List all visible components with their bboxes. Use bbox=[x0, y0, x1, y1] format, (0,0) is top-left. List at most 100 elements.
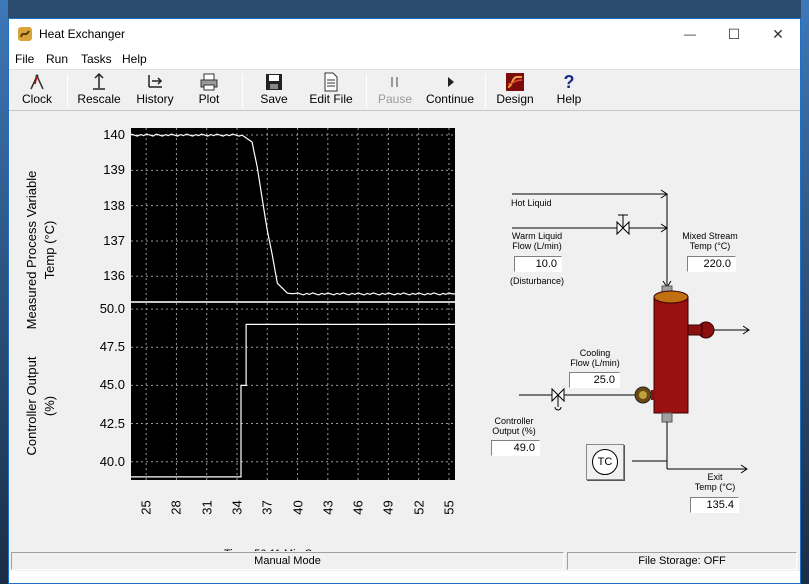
minimize-icon: — bbox=[684, 27, 696, 41]
x-tick-label: 31 bbox=[199, 500, 215, 515]
disturbance-label: (Disturbance) bbox=[510, 276, 565, 286]
continue-label: Continue bbox=[425, 92, 475, 106]
play-icon bbox=[448, 77, 454, 87]
x-tick-label: 55 bbox=[441, 500, 457, 515]
trend-plot bbox=[130, 128, 455, 480]
title-bar[interactable]: Heat Exchanger — ☐ ✕ bbox=[9, 19, 800, 49]
toolbar-separator bbox=[67, 74, 68, 108]
menu-run[interactable]: Run bbox=[46, 52, 68, 66]
plot-label: Plot bbox=[198, 92, 220, 106]
rescale-label: Rescale bbox=[77, 92, 121, 106]
warm-liquid-valve-icon bbox=[616, 214, 630, 236]
y-tick-label: 139 bbox=[103, 162, 125, 178]
y-tick-label: 136 bbox=[103, 268, 125, 284]
x-tick-label: 46 bbox=[350, 500, 366, 515]
x-tick-label: 28 bbox=[168, 500, 184, 515]
status-bar: Manual Mode File Storage: OFF bbox=[9, 551, 800, 571]
rescale-button[interactable]: Rescale bbox=[75, 72, 123, 110]
continue-button[interactable]: Continue bbox=[422, 72, 478, 110]
desktop-background-left bbox=[0, 0, 8, 584]
main-panel: Measured Process Variable Temp (°C) Cont… bbox=[9, 111, 800, 560]
x-tick-label: 52 bbox=[411, 500, 427, 515]
maximize-button[interactable]: ☐ bbox=[711, 19, 757, 49]
x-tick-label: 34 bbox=[229, 500, 245, 515]
exit-temp-field: 135.4 bbox=[690, 497, 739, 513]
menu-tasks[interactable]: Tasks bbox=[81, 52, 112, 66]
clock-button[interactable]: Clock bbox=[15, 72, 59, 110]
pane-divider bbox=[131, 301, 455, 303]
clock-icon bbox=[30, 74, 44, 90]
history-label: History bbox=[136, 92, 174, 106]
help-button[interactable]: ? Help bbox=[549, 72, 589, 110]
x-tick-label: 40 bbox=[290, 500, 306, 515]
y-tick-label: 42.5 bbox=[99, 415, 125, 431]
clock-label: Clock bbox=[21, 92, 52, 106]
tc-label: TC bbox=[592, 449, 618, 475]
x-tick-label: 25 bbox=[138, 500, 154, 515]
design-label: Design bbox=[496, 92, 534, 106]
save-label: Save bbox=[260, 92, 288, 106]
x-tick-label: 49 bbox=[380, 500, 396, 515]
warm-liquid-label: Warm Liquid Flow (L/min) bbox=[511, 231, 563, 251]
design-button[interactable]: Design bbox=[491, 72, 539, 110]
printer-icon bbox=[200, 73, 218, 91]
process-diagram bbox=[512, 189, 750, 474]
pause-icon bbox=[391, 77, 398, 87]
menu-file[interactable]: File bbox=[15, 52, 34, 66]
hot-liquid-label: Hot Liquid bbox=[511, 198, 552, 208]
pause-button[interactable]: Pause bbox=[373, 72, 417, 110]
exit-temp-label: Exit Temp (°C) bbox=[694, 472, 736, 492]
plot-button[interactable]: Plot bbox=[189, 72, 229, 110]
design-icon bbox=[506, 73, 524, 91]
pv-axis-label: Measured Process Variable Temp (°C) bbox=[24, 170, 57, 330]
cooling-inlet-icon bbox=[634, 386, 655, 404]
cooling-valve-icon bbox=[551, 387, 565, 411]
y-tick-label: 45.0 bbox=[99, 377, 125, 393]
co-axis-label: Controller Output (%) bbox=[24, 356, 57, 456]
y-tick-label: 138 bbox=[103, 197, 125, 213]
cooling-flow-label: Cooling Flow (L/min) bbox=[570, 348, 620, 368]
y-tick-label: 140 bbox=[103, 127, 125, 143]
temperature-controller[interactable]: TC bbox=[586, 444, 624, 480]
heat-exchanger-vessel bbox=[653, 285, 715, 423]
edit-file-button[interactable]: Edit File bbox=[305, 72, 357, 110]
cooling-flow-field: 25.0 bbox=[569, 372, 620, 388]
warm-liquid-flow-field[interactable]: 10.0 bbox=[514, 256, 562, 272]
y-tick-label: 137 bbox=[103, 232, 125, 248]
menu-bar: File Run Tasks Help bbox=[9, 49, 800, 69]
x-tick-label: 43 bbox=[320, 500, 336, 515]
menu-help[interactable]: Help bbox=[122, 52, 147, 66]
history-icon bbox=[148, 75, 163, 88]
help-icon: ? bbox=[563, 71, 575, 92]
y-tick-label: 50.0 bbox=[99, 301, 125, 317]
pv-series-line bbox=[130, 133, 455, 296]
rescale-icon bbox=[93, 72, 105, 90]
app-logo-icon bbox=[18, 27, 32, 41]
mixed-stream-temp-field: 220.0 bbox=[687, 256, 736, 272]
toolbar-separator bbox=[366, 74, 367, 108]
save-button[interactable]: Save bbox=[254, 72, 294, 110]
controller-output-label: Controller Output (%) bbox=[492, 416, 536, 436]
window-title: Heat Exchanger bbox=[39, 27, 126, 41]
x-tick-label: 37 bbox=[259, 500, 275, 515]
close-icon: ✕ bbox=[772, 25, 784, 42]
help-label: Help bbox=[556, 92, 582, 106]
toolbar-separator bbox=[242, 74, 243, 108]
y-tick-label: 47.5 bbox=[99, 339, 125, 355]
file-storage-status: File Storage: OFF bbox=[567, 552, 797, 570]
controller-output-field[interactable]: 49.0 bbox=[491, 440, 540, 456]
app-window: Heat Exchanger — ☐ ✕ File Run Tasks Help… bbox=[8, 18, 801, 584]
minimize-button[interactable]: — bbox=[667, 19, 713, 49]
toolbar-separator bbox=[485, 74, 486, 108]
floppy-disk-icon bbox=[266, 74, 282, 90]
desktop-background-right bbox=[801, 0, 809, 584]
mode-status: Manual Mode bbox=[11, 552, 564, 570]
mixed-stream-label: Mixed Stream Temp (°C) bbox=[682, 231, 738, 251]
pause-label: Pause bbox=[377, 92, 413, 106]
history-button[interactable]: History bbox=[131, 72, 179, 110]
y-tick-label: 40.0 bbox=[99, 453, 125, 469]
edit-file-label: Edit File bbox=[309, 92, 353, 106]
toolbar: Clock Rescale History Plot Save Edit Fil… bbox=[9, 69, 800, 111]
maximize-icon: ☐ bbox=[727, 25, 741, 42]
close-button[interactable]: ✕ bbox=[755, 19, 801, 49]
